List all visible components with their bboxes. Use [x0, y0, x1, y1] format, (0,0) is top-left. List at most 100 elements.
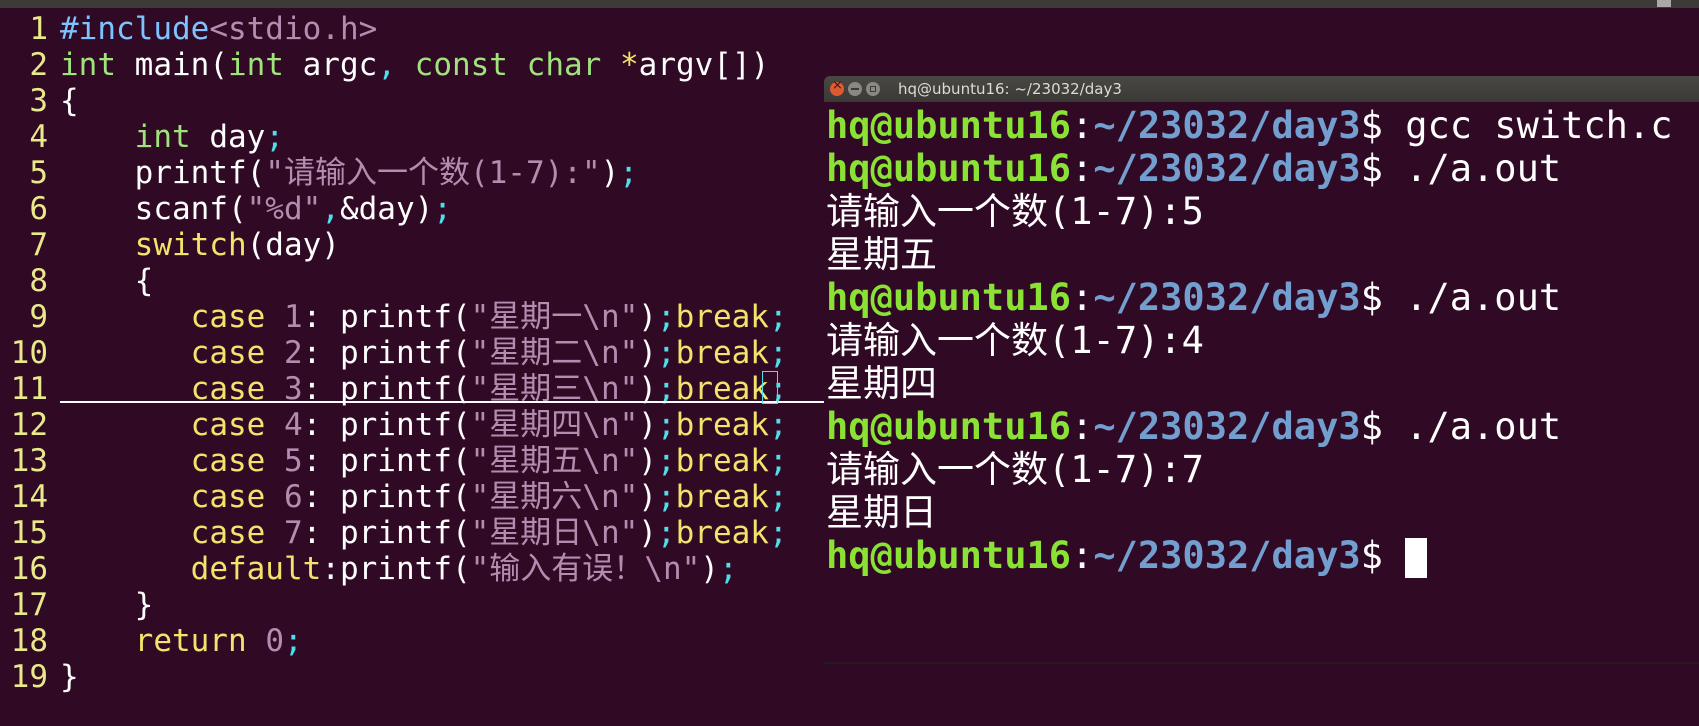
- terminal-output-line: 星期四: [826, 362, 937, 405]
- line-number: 3: [29, 83, 48, 119]
- code-token: day): [358, 191, 434, 227]
- line-number: 17: [10, 587, 48, 623]
- code-token: int: [227, 47, 284, 83]
- minimize-icon[interactable]: [848, 82, 862, 96]
- code-line: 5 printf("请输入一个数(1-7):");: [0, 155, 638, 191]
- code-token: 6: [283, 479, 303, 515]
- prompt-path: ~/23032/day3: [1093, 534, 1361, 577]
- prompt-user: hq@ubuntu16: [826, 534, 1072, 577]
- code-line: 16 default:printf("输入有误！\n");: [0, 551, 738, 587]
- code-line: 13 case 5: printf("星期五\n");break;: [0, 443, 788, 479]
- code-token: }: [60, 659, 79, 695]
- prompt-symbol: $: [1360, 104, 1406, 147]
- code-token: ;: [768, 479, 788, 515]
- code-token: ;: [433, 191, 452, 227]
- code-text: scanf("%d",&day);: [60, 191, 452, 227]
- prompt-path: ~/23032/day3: [1093, 276, 1361, 319]
- line-number: 13: [10, 443, 48, 479]
- code-token: ;: [283, 623, 303, 659]
- panel-indicator-icon[interactable]: [1657, 0, 1671, 7]
- code-text: int day;: [60, 119, 284, 155]
- terminal-titlebar[interactable]: hq@ubuntu16: ~/23032/day3: [824, 76, 1699, 102]
- code-token: ;: [656, 443, 676, 479]
- code-token: ): [638, 515, 657, 551]
- code-token: : printf(: [302, 479, 471, 515]
- prompt-separator: :: [1071, 276, 1094, 319]
- vim-editor[interactable]: 1 #include<stdio.h> 2 int main(int argc, co…: [0, 11, 788, 695]
- terminal-cursor: [1405, 537, 1428, 578]
- line-number: 7: [29, 227, 48, 263]
- code-line: 8 {: [0, 263, 153, 299]
- code-token: break: [675, 443, 769, 479]
- code-token: : printf(: [302, 335, 471, 371]
- prompt-user: hq@ubuntu16: [826, 276, 1072, 319]
- code-token: {: [60, 263, 154, 299]
- terminal-prompt-line: hq@ubuntu16:~/23032/day3$ ./a.out: [826, 405, 1673, 448]
- line-number: 12: [10, 407, 48, 443]
- code-token: (day): [246, 227, 340, 263]
- code-text: case 5: printf("星期五\n");break;: [60, 443, 788, 479]
- terminal-output-line: 星期日: [826, 491, 937, 534]
- line-number: 11: [10, 371, 48, 407]
- code-text: printf("请输入一个数(1-7):");: [60, 155, 638, 191]
- code-line: 12 case 4: printf("星期四\n");break;: [0, 407, 788, 443]
- code-token: argv[]): [638, 47, 770, 83]
- code-token: ;: [768, 335, 788, 371]
- code-token: 1: [283, 299, 303, 335]
- terminal-output-line: 星期五: [826, 233, 937, 276]
- prompt-path: ~/23032/day3: [1093, 147, 1361, 190]
- code-text: return 0;: [60, 623, 303, 659]
- code-token: int: [60, 47, 116, 83]
- code-token: ): [600, 155, 620, 191]
- terminal-window[interactable]: hq@ubuntu16: ~/23032/day3 hq@ubuntu16:~/…: [824, 76, 1699, 664]
- code-token: ): [638, 443, 657, 479]
- code-token: ;: [768, 299, 788, 335]
- code-token: 7: [283, 515, 303, 551]
- code-token: "星期四\n": [470, 407, 639, 443]
- close-icon[interactable]: [830, 78, 844, 96]
- line-number: 6: [29, 191, 48, 227]
- command-text: gcc switch.c: [1405, 104, 1673, 147]
- code-token: "星期二\n": [470, 335, 639, 371]
- code-token: ;: [768, 407, 788, 443]
- code-token: case: [190, 515, 266, 551]
- code-line: 3{: [0, 83, 78, 119]
- prompt-separator: :: [1071, 104, 1094, 147]
- line-number: 14: [10, 479, 48, 515]
- code-line: 10 case 2: printf("星期二\n");break;: [0, 335, 788, 371]
- line-number: 5: [29, 155, 48, 191]
- code-token: :printf(: [321, 551, 471, 587]
- terminal-output[interactable]: hq@ubuntu16:~/23032/day3$ gcc switch.c hq…: [826, 104, 1673, 578]
- prompt-separator: :: [1071, 534, 1094, 577]
- code-text: case 2: printf("星期二\n");break;: [60, 335, 788, 371]
- code-token: "输入有误！\n": [470, 551, 701, 587]
- code-token: "请输入一个数(1-7):": [265, 155, 601, 191]
- prompt-path: ~/23032/day3: [1093, 104, 1361, 147]
- code-token: ): [700, 551, 719, 587]
- maximize-icon[interactable]: [866, 82, 880, 96]
- code-token: "星期日\n": [470, 515, 639, 551]
- code-text: {: [60, 83, 79, 119]
- vim-cursor: [762, 371, 778, 404]
- code-text: {: [60, 263, 154, 299]
- line-number: 19: [10, 659, 48, 695]
- terminal-prompt-line: hq@ubuntu16:~/23032/day3$ ./a.out: [826, 147, 1673, 190]
- code-token: "星期五\n": [470, 443, 639, 479]
- terminal-output-line: 请输入一个数(1-7):4: [826, 319, 1204, 362]
- prompt-user: hq@ubuntu16: [826, 104, 1072, 147]
- code-token: main(: [116, 47, 228, 83]
- code-token: case: [190, 407, 266, 443]
- top-panel: [0, 0, 1699, 8]
- code-token: ,: [377, 47, 396, 83]
- prompt-user: hq@ubuntu16: [826, 405, 1072, 448]
- line-number: 2: [29, 47, 48, 83]
- code-token: 2: [283, 335, 303, 371]
